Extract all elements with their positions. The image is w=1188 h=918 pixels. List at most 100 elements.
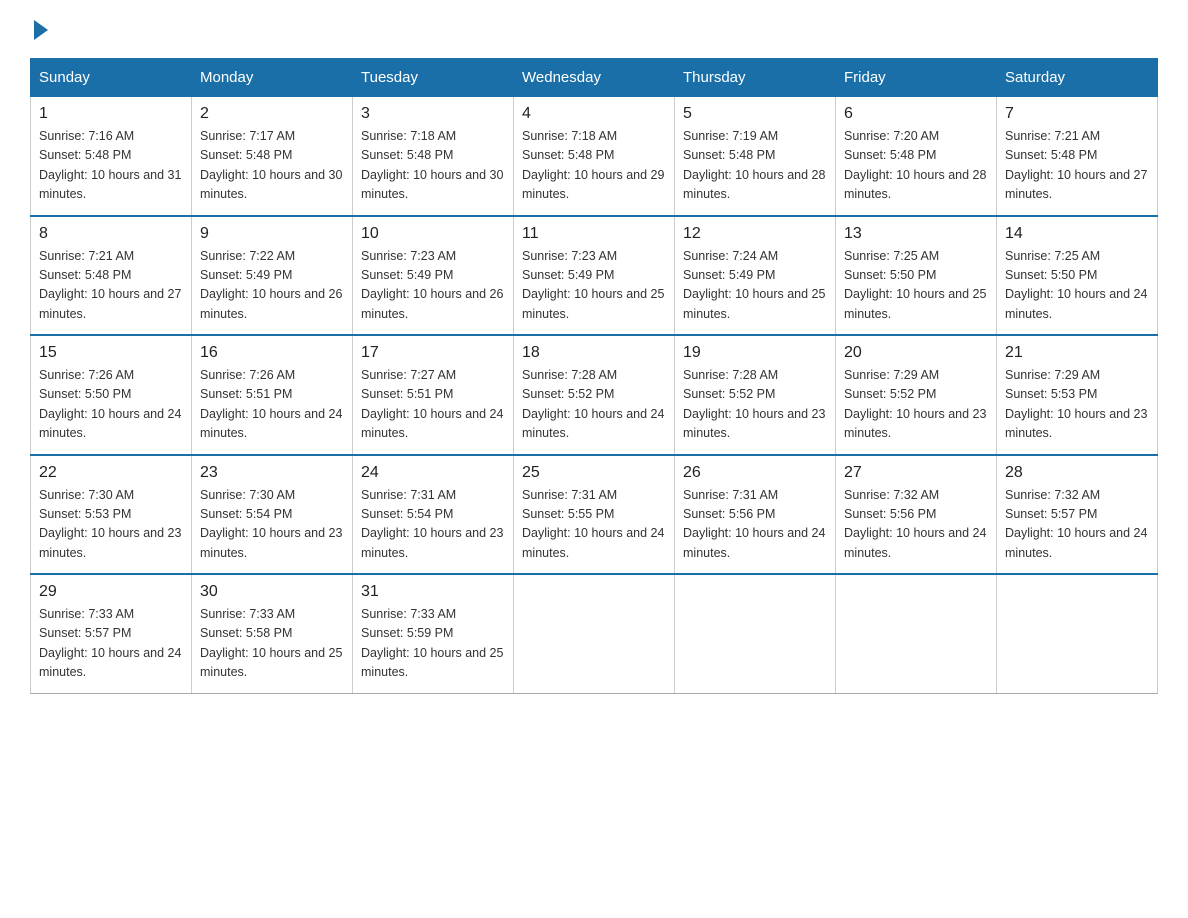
day-number: 14 (1005, 225, 1149, 243)
calendar-cell: 4 Sunrise: 7:18 AM Sunset: 5:48 PM Dayli… (514, 97, 675, 216)
day-number: 21 (1005, 344, 1149, 362)
column-header-sunday: Sunday (31, 59, 192, 97)
day-number: 7 (1005, 105, 1149, 123)
day-info: Sunrise: 7:21 AM Sunset: 5:48 PM Dayligh… (1005, 127, 1149, 205)
calendar-cell: 8 Sunrise: 7:21 AM Sunset: 5:48 PM Dayli… (31, 216, 192, 336)
logo (30, 20, 48, 38)
calendar-cell: 30 Sunrise: 7:33 AM Sunset: 5:58 PM Dayl… (192, 574, 353, 693)
calendar-cell: 16 Sunrise: 7:26 AM Sunset: 5:51 PM Dayl… (192, 335, 353, 455)
day-number: 10 (361, 225, 505, 243)
day-info: Sunrise: 7:16 AM Sunset: 5:48 PM Dayligh… (39, 127, 183, 205)
calendar-cell: 5 Sunrise: 7:19 AM Sunset: 5:48 PM Dayli… (675, 97, 836, 216)
column-header-friday: Friday (836, 59, 997, 97)
calendar-cell: 26 Sunrise: 7:31 AM Sunset: 5:56 PM Dayl… (675, 455, 836, 575)
day-info: Sunrise: 7:31 AM Sunset: 5:56 PM Dayligh… (683, 486, 827, 564)
calendar-cell (836, 574, 997, 693)
day-info: Sunrise: 7:28 AM Sunset: 5:52 PM Dayligh… (522, 366, 666, 444)
day-number: 2 (200, 105, 344, 123)
day-number: 26 (683, 464, 827, 482)
day-number: 15 (39, 344, 183, 362)
calendar-cell: 19 Sunrise: 7:28 AM Sunset: 5:52 PM Dayl… (675, 335, 836, 455)
day-info: Sunrise: 7:26 AM Sunset: 5:50 PM Dayligh… (39, 366, 183, 444)
day-number: 9 (200, 225, 344, 243)
day-info: Sunrise: 7:20 AM Sunset: 5:48 PM Dayligh… (844, 127, 988, 205)
day-info: Sunrise: 7:23 AM Sunset: 5:49 PM Dayligh… (522, 247, 666, 325)
calendar-cell: 27 Sunrise: 7:32 AM Sunset: 5:56 PM Dayl… (836, 455, 997, 575)
day-info: Sunrise: 7:21 AM Sunset: 5:48 PM Dayligh… (39, 247, 183, 325)
day-number: 24 (361, 464, 505, 482)
day-info: Sunrise: 7:19 AM Sunset: 5:48 PM Dayligh… (683, 127, 827, 205)
day-number: 19 (683, 344, 827, 362)
calendar-cell: 22 Sunrise: 7:30 AM Sunset: 5:53 PM Dayl… (31, 455, 192, 575)
calendar-cell: 17 Sunrise: 7:27 AM Sunset: 5:51 PM Dayl… (353, 335, 514, 455)
calendar-cell: 23 Sunrise: 7:30 AM Sunset: 5:54 PM Dayl… (192, 455, 353, 575)
day-info: Sunrise: 7:32 AM Sunset: 5:56 PM Dayligh… (844, 486, 988, 564)
day-info: Sunrise: 7:32 AM Sunset: 5:57 PM Dayligh… (1005, 486, 1149, 564)
calendar-cell: 7 Sunrise: 7:21 AM Sunset: 5:48 PM Dayli… (997, 97, 1158, 216)
column-header-saturday: Saturday (997, 59, 1158, 97)
calendar-cell: 28 Sunrise: 7:32 AM Sunset: 5:57 PM Dayl… (997, 455, 1158, 575)
calendar-table: SundayMondayTuesdayWednesdayThursdayFrid… (30, 58, 1158, 694)
column-header-monday: Monday (192, 59, 353, 97)
day-info: Sunrise: 7:24 AM Sunset: 5:49 PM Dayligh… (683, 247, 827, 325)
day-info: Sunrise: 7:25 AM Sunset: 5:50 PM Dayligh… (844, 247, 988, 325)
day-number: 17 (361, 344, 505, 362)
day-info: Sunrise: 7:18 AM Sunset: 5:48 PM Dayligh… (361, 127, 505, 205)
calendar-cell: 12 Sunrise: 7:24 AM Sunset: 5:49 PM Dayl… (675, 216, 836, 336)
calendar-cell: 3 Sunrise: 7:18 AM Sunset: 5:48 PM Dayli… (353, 97, 514, 216)
calendar-header-row: SundayMondayTuesdayWednesdayThursdayFrid… (31, 59, 1158, 97)
calendar-cell: 31 Sunrise: 7:33 AM Sunset: 5:59 PM Dayl… (353, 574, 514, 693)
day-number: 28 (1005, 464, 1149, 482)
calendar-week-row: 29 Sunrise: 7:33 AM Sunset: 5:57 PM Dayl… (31, 574, 1158, 693)
day-info: Sunrise: 7:31 AM Sunset: 5:54 PM Dayligh… (361, 486, 505, 564)
calendar-cell (997, 574, 1158, 693)
day-number: 30 (200, 583, 344, 601)
calendar-cell: 1 Sunrise: 7:16 AM Sunset: 5:48 PM Dayli… (31, 97, 192, 216)
calendar-week-row: 15 Sunrise: 7:26 AM Sunset: 5:50 PM Dayl… (31, 335, 1158, 455)
day-info: Sunrise: 7:22 AM Sunset: 5:49 PM Dayligh… (200, 247, 344, 325)
column-header-tuesday: Tuesday (353, 59, 514, 97)
header (30, 20, 1158, 38)
calendar-cell: 6 Sunrise: 7:20 AM Sunset: 5:48 PM Dayli… (836, 97, 997, 216)
calendar-cell: 15 Sunrise: 7:26 AM Sunset: 5:50 PM Dayl… (31, 335, 192, 455)
calendar-cell: 25 Sunrise: 7:31 AM Sunset: 5:55 PM Dayl… (514, 455, 675, 575)
day-info: Sunrise: 7:17 AM Sunset: 5:48 PM Dayligh… (200, 127, 344, 205)
day-number: 29 (39, 583, 183, 601)
calendar-cell: 11 Sunrise: 7:23 AM Sunset: 5:49 PM Dayl… (514, 216, 675, 336)
day-info: Sunrise: 7:33 AM Sunset: 5:57 PM Dayligh… (39, 605, 183, 683)
calendar-week-row: 8 Sunrise: 7:21 AM Sunset: 5:48 PM Dayli… (31, 216, 1158, 336)
day-number: 6 (844, 105, 988, 123)
day-info: Sunrise: 7:27 AM Sunset: 5:51 PM Dayligh… (361, 366, 505, 444)
day-number: 22 (39, 464, 183, 482)
calendar-cell: 9 Sunrise: 7:22 AM Sunset: 5:49 PM Dayli… (192, 216, 353, 336)
calendar-cell: 21 Sunrise: 7:29 AM Sunset: 5:53 PM Dayl… (997, 335, 1158, 455)
day-number: 18 (522, 344, 666, 362)
day-info: Sunrise: 7:26 AM Sunset: 5:51 PM Dayligh… (200, 366, 344, 444)
logo-arrow-icon (34, 20, 48, 40)
day-number: 8 (39, 225, 183, 243)
day-number: 5 (683, 105, 827, 123)
calendar-cell: 10 Sunrise: 7:23 AM Sunset: 5:49 PM Dayl… (353, 216, 514, 336)
calendar-week-row: 1 Sunrise: 7:16 AM Sunset: 5:48 PM Dayli… (31, 97, 1158, 216)
calendar-cell: 13 Sunrise: 7:25 AM Sunset: 5:50 PM Dayl… (836, 216, 997, 336)
day-number: 11 (522, 225, 666, 243)
day-info: Sunrise: 7:31 AM Sunset: 5:55 PM Dayligh… (522, 486, 666, 564)
day-info: Sunrise: 7:28 AM Sunset: 5:52 PM Dayligh… (683, 366, 827, 444)
calendar-cell: 14 Sunrise: 7:25 AM Sunset: 5:50 PM Dayl… (997, 216, 1158, 336)
day-info: Sunrise: 7:33 AM Sunset: 5:59 PM Dayligh… (361, 605, 505, 683)
calendar-cell (514, 574, 675, 693)
calendar-cell: 2 Sunrise: 7:17 AM Sunset: 5:48 PM Dayli… (192, 97, 353, 216)
column-header-wednesday: Wednesday (514, 59, 675, 97)
day-info: Sunrise: 7:30 AM Sunset: 5:54 PM Dayligh… (200, 486, 344, 564)
day-info: Sunrise: 7:18 AM Sunset: 5:48 PM Dayligh… (522, 127, 666, 205)
day-info: Sunrise: 7:29 AM Sunset: 5:53 PM Dayligh… (1005, 366, 1149, 444)
day-number: 16 (200, 344, 344, 362)
day-info: Sunrise: 7:30 AM Sunset: 5:53 PM Dayligh… (39, 486, 183, 564)
day-number: 27 (844, 464, 988, 482)
calendar-week-row: 22 Sunrise: 7:30 AM Sunset: 5:53 PM Dayl… (31, 455, 1158, 575)
day-number: 12 (683, 225, 827, 243)
day-number: 20 (844, 344, 988, 362)
day-number: 25 (522, 464, 666, 482)
day-number: 1 (39, 105, 183, 123)
calendar-cell: 18 Sunrise: 7:28 AM Sunset: 5:52 PM Dayl… (514, 335, 675, 455)
